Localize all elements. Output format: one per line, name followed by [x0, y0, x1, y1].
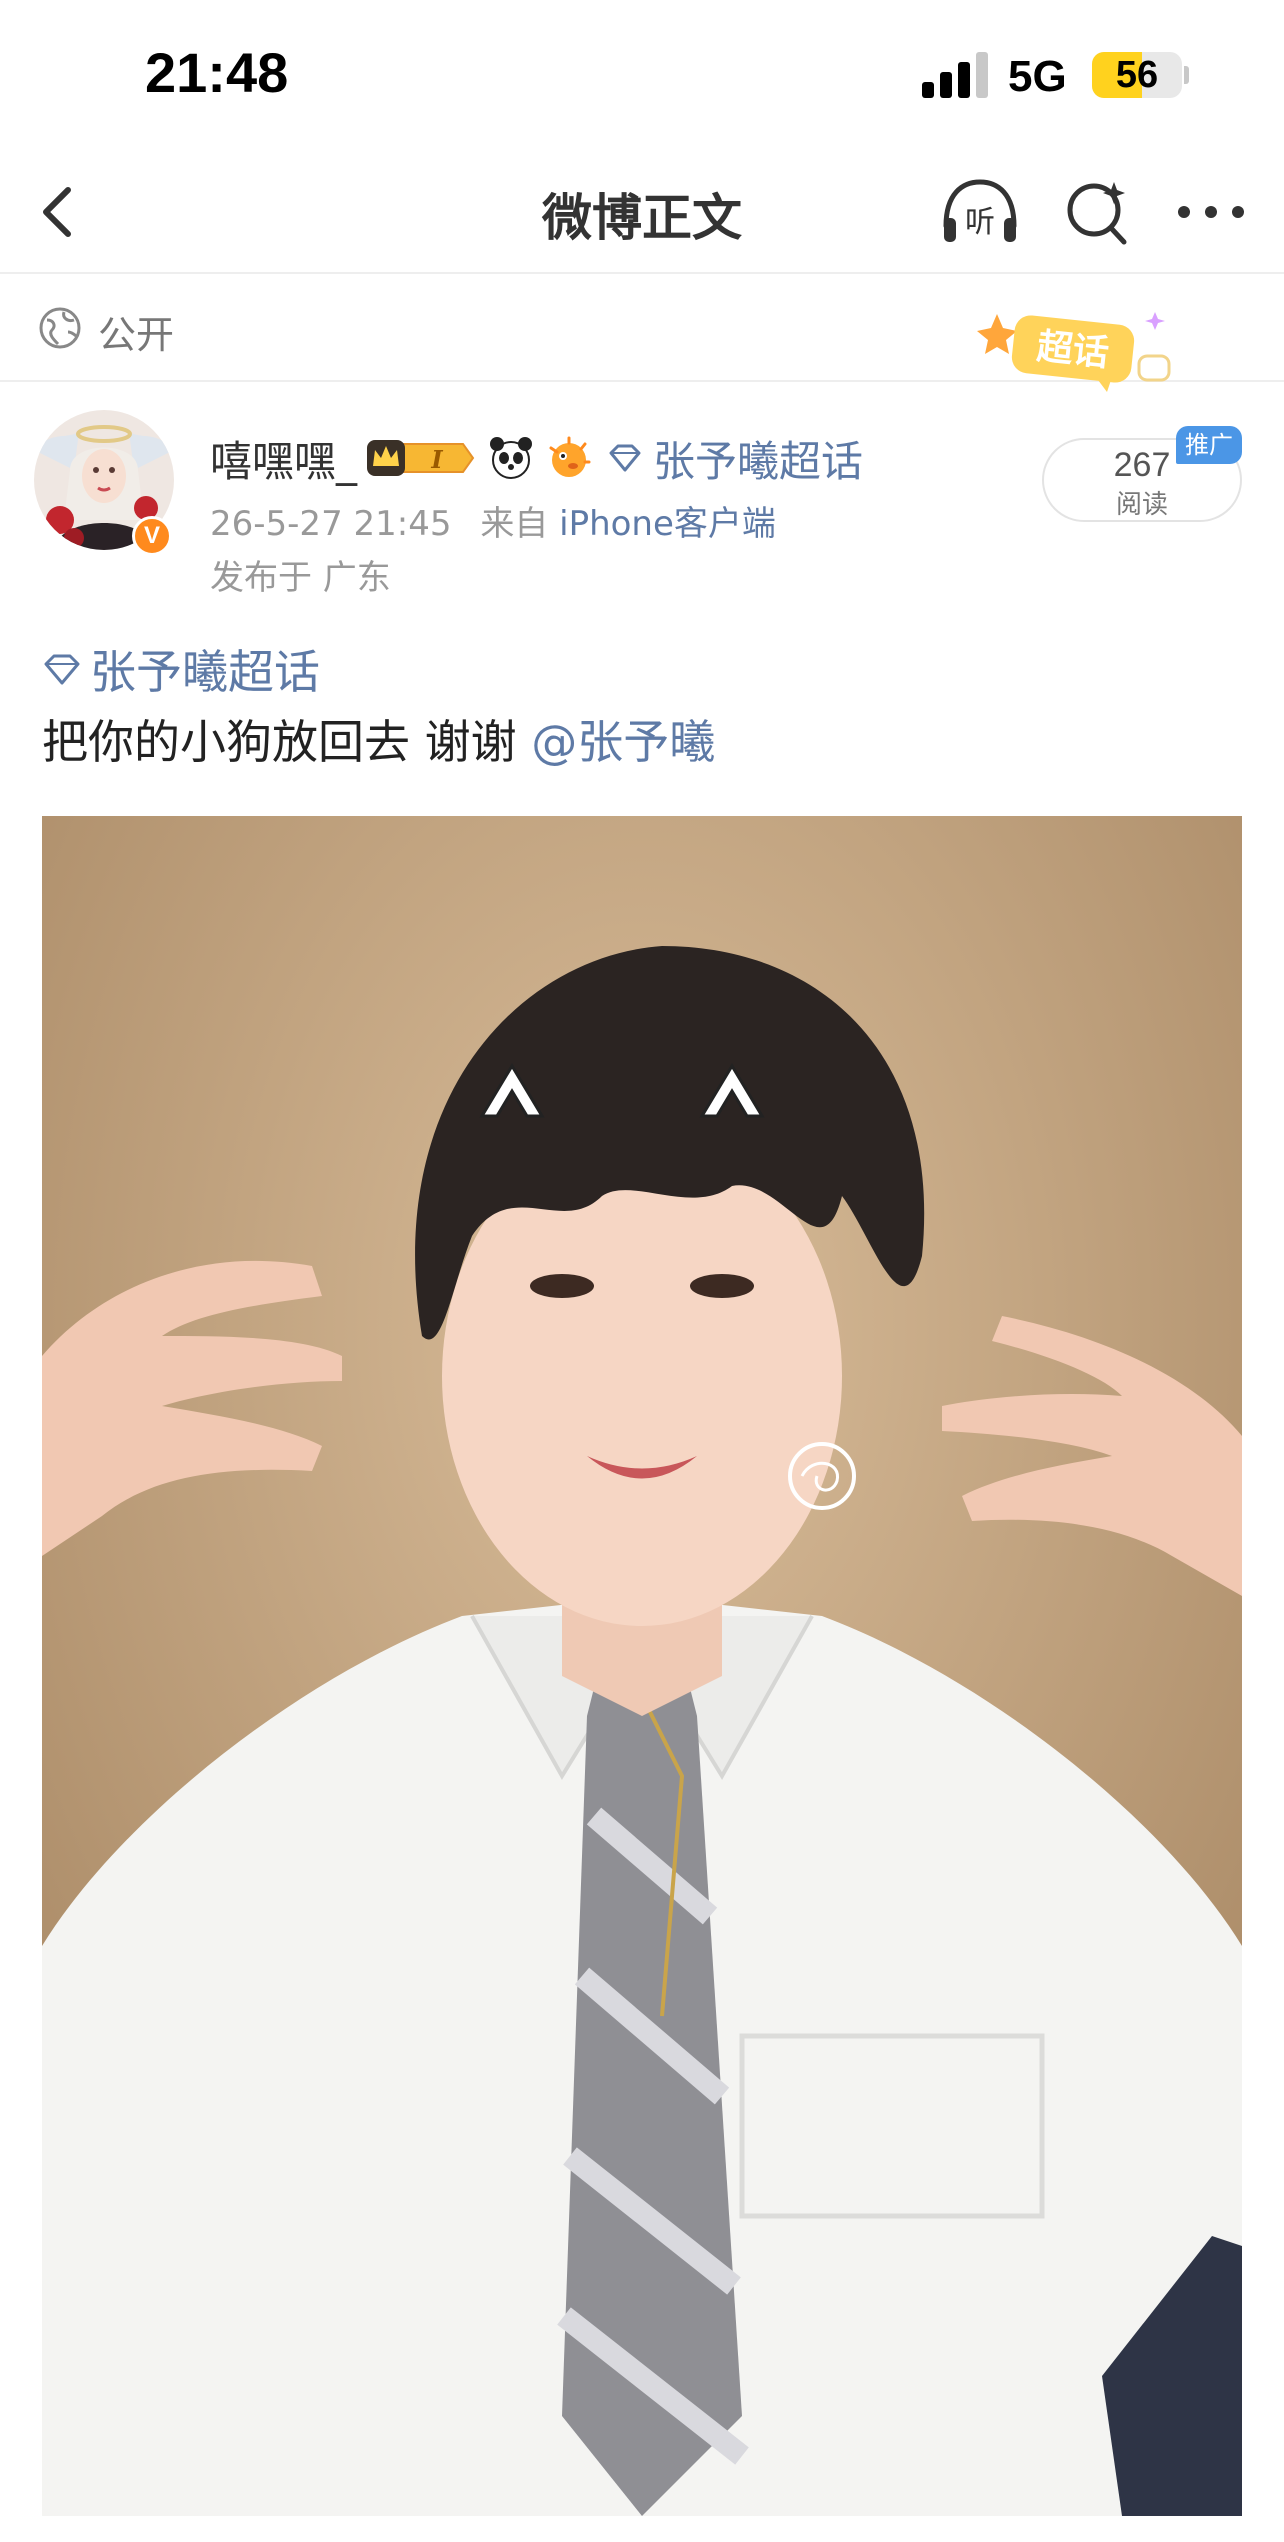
navigation-bar: 微博正文 听: [0, 150, 1284, 274]
listen-glyph: 听: [965, 205, 995, 240]
author-username[interactable]: 嘻嘿嘿_: [210, 428, 357, 489]
weibo-post-page: 21:48 5G 56 微博正文 听 公开 超话 V 嘻嘿嘿_ I 张予曦超话 …: [0, 0, 1284, 2542]
post-image[interactable]: [42, 816, 1242, 2516]
supertopic-badge[interactable]: 超话: [975, 300, 1175, 400]
post-meta: 26-5-27 21:45 来自 iPhone客户端: [210, 496, 776, 545]
search-sparkle-icon[interactable]: [1058, 170, 1138, 254]
read-label: 阅读: [1115, 490, 1168, 520]
visibility-label: 公开: [98, 313, 175, 357]
more-dots-icon[interactable]: [1168, 170, 1254, 254]
headphones-listen-icon[interactable]: 听: [936, 170, 1024, 254]
battery-icon: 56: [1092, 52, 1182, 98]
post-supertopic-link[interactable]: 张予曦超话: [90, 636, 320, 702]
post-image-illustration: [42, 816, 1242, 2516]
panda-icon: [487, 434, 535, 482]
crown-level-icon: I: [365, 436, 477, 480]
author-line: 嘻嘿嘿_ I 张予曦超话: [210, 428, 863, 488]
post-time: 26-5-27 21:45: [210, 504, 452, 544]
mention-link[interactable]: @张予曦: [531, 715, 715, 769]
author-avatar[interactable]: V: [34, 410, 174, 556]
status-bar: 21:48 5G 56: [0, 0, 1284, 150]
post-location: 发布于 广东: [210, 558, 391, 598]
promote-tag[interactable]: 推广: [1176, 426, 1242, 464]
supertopic-badge-label: 超话: [1035, 326, 1111, 374]
network-type: 5G: [1008, 52, 1067, 101]
source-prefix: 来自: [480, 504, 549, 544]
signal-icon: [922, 50, 988, 98]
author-supertopic-link[interactable]: 张予曦超话: [653, 428, 863, 489]
source-client[interactable]: iPhone客户端: [559, 504, 776, 544]
post-topic-line: 张予曦超话: [42, 636, 320, 702]
post-body-text: 把你的小狗放回去 谢谢: [42, 715, 517, 769]
pufferfish-icon: [545, 434, 593, 482]
supertopic-diamond-icon: [42, 652, 82, 686]
globe-icon: [38, 306, 82, 350]
post-text: 把你的小狗放回去 谢谢 @张予曦: [42, 706, 715, 772]
supertopic-diamond-icon: [607, 443, 643, 473]
battery-level: 56: [1115, 54, 1159, 96]
level-badge-label: I: [430, 445, 443, 474]
status-time: 21:48: [145, 41, 289, 104]
battery-cap: [1184, 66, 1189, 84]
verified-badge: V: [132, 516, 172, 556]
